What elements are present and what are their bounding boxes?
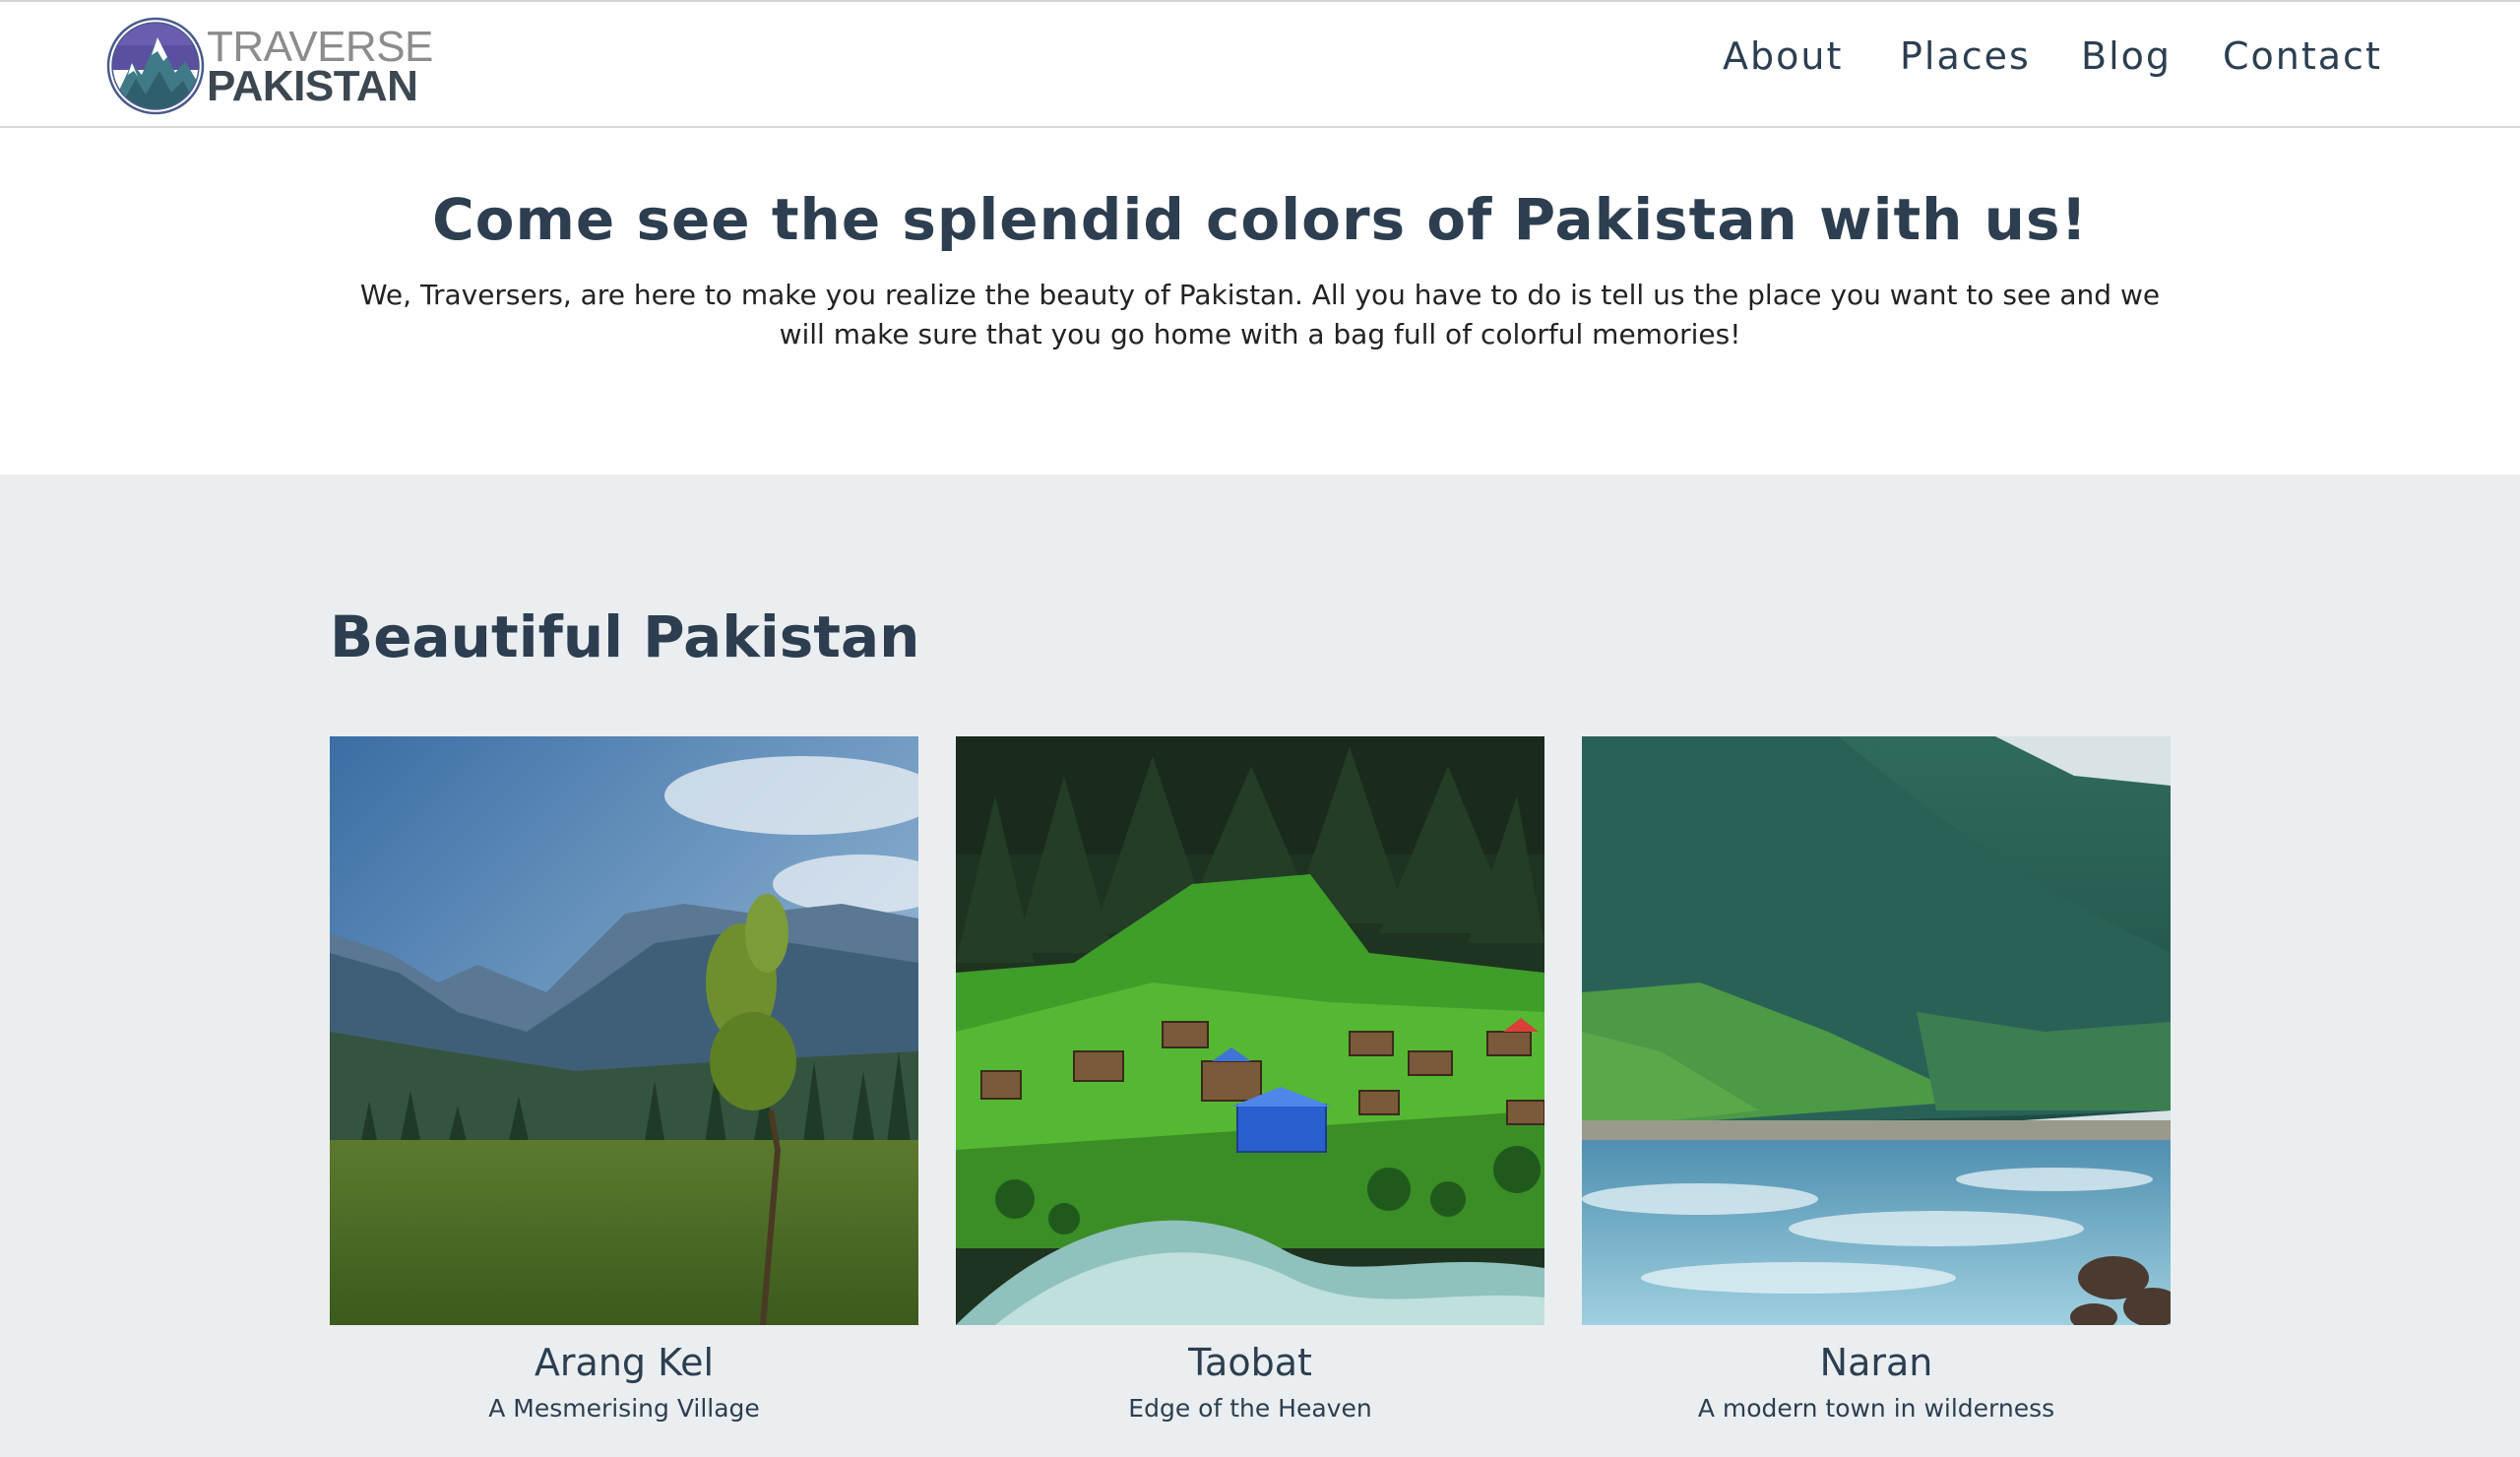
place-card-arang-kel[interactable]: Arang Kel A Mesmerising Village bbox=[330, 736, 918, 1425]
place-subtitle: A modern town in wilderness bbox=[1697, 1394, 2055, 1423]
nav-link-contact[interactable]: Contact bbox=[2223, 32, 2382, 81]
place-subtitle: Edge of the Heaven bbox=[1128, 1394, 1372, 1423]
nav-link-blog[interactable]: Blog bbox=[2081, 32, 2172, 81]
hillside-village-photo[interactable] bbox=[956, 736, 1544, 1325]
river-valley-photo[interactable] bbox=[1582, 736, 2171, 1325]
nav-link-about[interactable]: About bbox=[1723, 32, 1843, 81]
gallery-title: Beautiful Pakistan bbox=[330, 603, 920, 670]
logo-wordmark-bottom: PAKISTAN bbox=[207, 62, 418, 110]
place-name: Naran bbox=[1819, 1341, 1933, 1384]
place-card-taobat[interactable]: Taobat Edge of the Heaven bbox=[956, 736, 1544, 1425]
place-name: Arang Kel bbox=[534, 1341, 715, 1384]
gallery-section: Beautiful Pakistan Arang Kel A Mesmerisi… bbox=[0, 475, 2520, 1457]
hero-section: Come see the splendid colors of Pakistan… bbox=[0, 128, 2520, 475]
hero-description: We, Traversers, are here to make you rea… bbox=[359, 279, 2161, 350]
site-header: TRAVERSE PAKISTAN About Places Blog Cont… bbox=[0, 0, 2520, 128]
hero-title: Come see the splendid colors of Pakistan… bbox=[432, 186, 2088, 253]
site-logo[interactable]: TRAVERSE PAKISTAN bbox=[106, 16, 433, 118]
nav-link-places[interactable]: Places bbox=[1900, 32, 2031, 81]
place-name: Taobat bbox=[1188, 1341, 1312, 1384]
logo-mountain-emblem-icon bbox=[106, 17, 205, 115]
place-card-naran[interactable]: Naran A modern town in wilderness bbox=[1582, 736, 2171, 1425]
place-subtitle: A Mesmerising Village bbox=[488, 1394, 760, 1423]
mountain-meadow-photo[interactable] bbox=[330, 736, 918, 1325]
